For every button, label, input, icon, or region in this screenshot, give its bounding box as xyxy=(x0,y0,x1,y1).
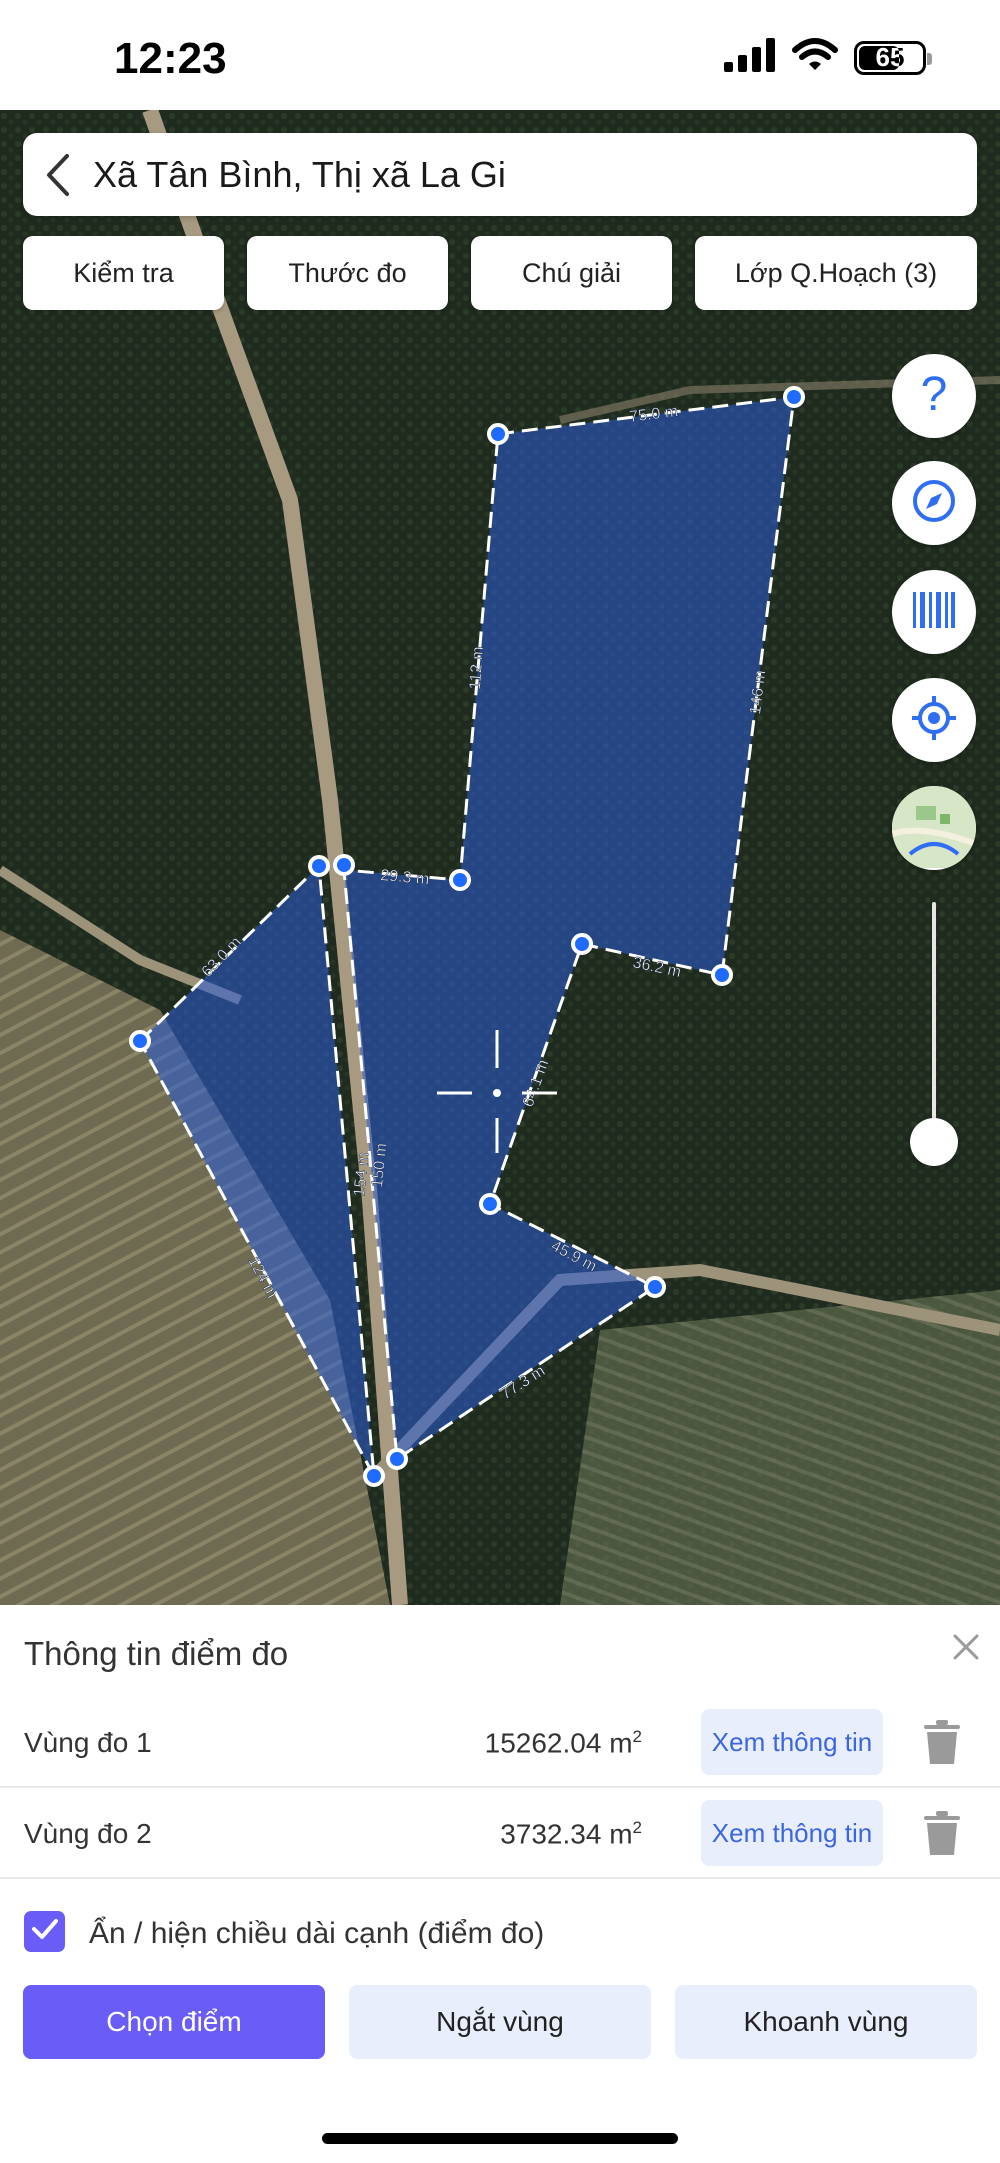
battery-icon: 65 xyxy=(854,40,932,75)
vertex-point xyxy=(487,423,509,445)
chip-ruler[interactable]: Thước đo xyxy=(247,236,448,310)
area-row-2: Vùng đo 2 3732.34 m2 Xem thông tin xyxy=(0,1788,1000,1879)
area-label: Vùng đo 2 xyxy=(24,1818,152,1849)
map-canvas: 75.0 m 112 m 146 m 29.3 m 36.2 m 63.0 m … xyxy=(0,110,1000,1605)
vertex-point xyxy=(386,1448,408,1470)
show-edge-length-label: Ẩn / hiện chiều dài cạnh (điểm đo) xyxy=(89,1917,545,1950)
satellite-map[interactable]: 75.0 m 112 m 146 m 29.3 m 36.2 m 63.0 m … xyxy=(0,110,1000,1605)
battery-level: 65 xyxy=(875,42,905,72)
my-location-button[interactable] xyxy=(892,678,976,762)
vertex-point xyxy=(449,869,471,891)
chip-check[interactable]: Kiểm tra xyxy=(23,236,224,310)
area-value: 15262.04 m2 xyxy=(484,1727,642,1759)
area-label: Vùng đo 1 xyxy=(24,1727,152,1758)
trash-icon[interactable] xyxy=(922,1718,962,1766)
map-type-button[interactable] xyxy=(892,786,976,870)
signal-icon xyxy=(724,38,776,77)
split-region-button[interactable]: Ngắt vùng xyxy=(349,1985,651,2059)
location-title: Xã Tân Bình, Thị xã La Gi xyxy=(93,153,506,195)
home-indicator[interactable] xyxy=(322,2133,678,2144)
app-root: 12:23 65 75.0 m 112 m 146 m 29.3 m 36.2 … xyxy=(0,0,1000,2163)
zoom-slider-thumb[interactable] xyxy=(910,1118,958,1166)
status-bar: 12:23 65 xyxy=(0,0,1000,110)
vertex-point xyxy=(308,855,330,877)
vertex-point xyxy=(363,1465,385,1487)
vertex-point xyxy=(711,964,733,986)
trash-icon[interactable] xyxy=(922,1809,962,1857)
view-info-button[interactable]: Xem thông tin xyxy=(701,1800,883,1866)
vertex-point xyxy=(644,1276,666,1298)
compass-button[interactable] xyxy=(892,461,976,545)
zoom-slider-track[interactable] xyxy=(932,902,936,1142)
wifi-icon xyxy=(792,38,838,77)
chip-planning-layers[interactable]: Lớp Q.Hoạch (3) xyxy=(695,236,977,310)
compass-icon xyxy=(911,478,957,529)
area-row-1: Vùng đo 1 15262.04 m2 Xem thông tin xyxy=(0,1697,1000,1788)
barcode-icon xyxy=(911,590,957,635)
vertex-point xyxy=(479,1193,501,1215)
barcode-button[interactable] xyxy=(892,570,976,654)
vertex-point xyxy=(129,1030,151,1052)
svg-text:?: ? xyxy=(921,370,948,418)
location-search-bar[interactable]: Xã Tân Bình, Thị xã La Gi xyxy=(23,133,977,216)
enclose-region-button[interactable]: Khoanh vùng xyxy=(675,1985,977,2059)
measure-info-panel: Thông tin điểm đo Vùng đo 1 15262.04 m2 … xyxy=(0,1605,1000,2163)
vertex-point xyxy=(783,386,805,408)
status-time: 12:23 xyxy=(114,34,227,83)
select-point-button[interactable]: Chọn điểm xyxy=(23,1985,325,2059)
area-value: 3732.34 m2 xyxy=(500,1818,642,1850)
chip-legend[interactable]: Chú giải xyxy=(471,236,672,310)
back-icon[interactable] xyxy=(23,133,93,216)
vertex-point xyxy=(571,933,593,955)
help-button[interactable]: ? xyxy=(892,354,976,438)
view-info-button[interactable]: Xem thông tin xyxy=(701,1709,883,1775)
checkmark-icon xyxy=(31,1918,59,1945)
help-icon: ? xyxy=(914,368,954,423)
measure-label: 112 m xyxy=(467,646,487,690)
tool-chip-row: Kiểm tra Thước đo Chú giải Lớp Q.Hoạch (… xyxy=(23,236,977,310)
show-edge-length-checkbox[interactable] xyxy=(24,1911,65,1952)
panel-title: Thông tin điểm đo xyxy=(24,1635,289,1672)
locate-icon xyxy=(910,694,958,747)
vertex-point xyxy=(333,854,355,876)
close-icon[interactable] xyxy=(946,1627,986,1667)
map-layers-icon xyxy=(892,786,976,870)
status-icons: 65 xyxy=(724,38,932,77)
